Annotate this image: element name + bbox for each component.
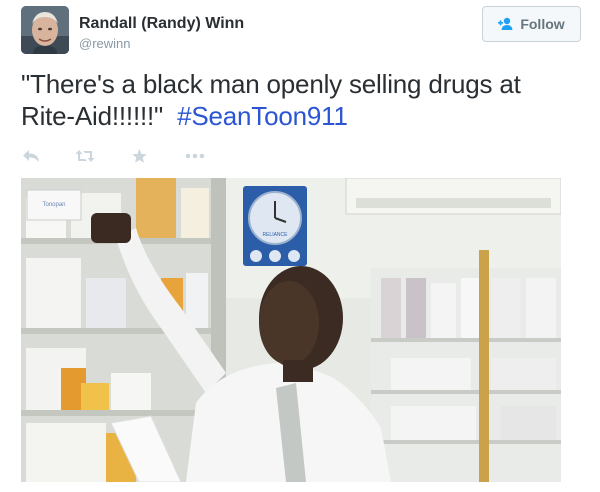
tweet-text: "There's a black man openly selling drug… [21,68,581,132]
avatar[interactable] [21,6,69,54]
box-label: Tonopan [42,202,65,208]
follow-button[interactable]: Follow [482,6,581,42]
clock-label: RELIANCE [262,232,288,238]
more-icon[interactable] [185,146,205,166]
tweet-actions [21,146,205,166]
add-user-icon [498,17,514,31]
author-handle[interactable]: @rewinn [79,36,244,52]
hashtag-link[interactable]: #SeanToon911 [177,101,348,131]
retweet-icon[interactable] [75,146,95,166]
reply-icon[interactable] [21,146,41,166]
follow-button-label: Follow [520,16,565,32]
author-info: Randall (Randy) Winn @rewinn [79,15,244,52]
tweet-header: Randall (Randy) Winn @rewinn Follow [21,6,581,56]
favorite-icon[interactable] [129,146,149,166]
tweet-photo[interactable]: RELIANCE Tonopan [21,178,561,482]
author-name[interactable]: Randall (Randy) Winn [79,15,244,33]
